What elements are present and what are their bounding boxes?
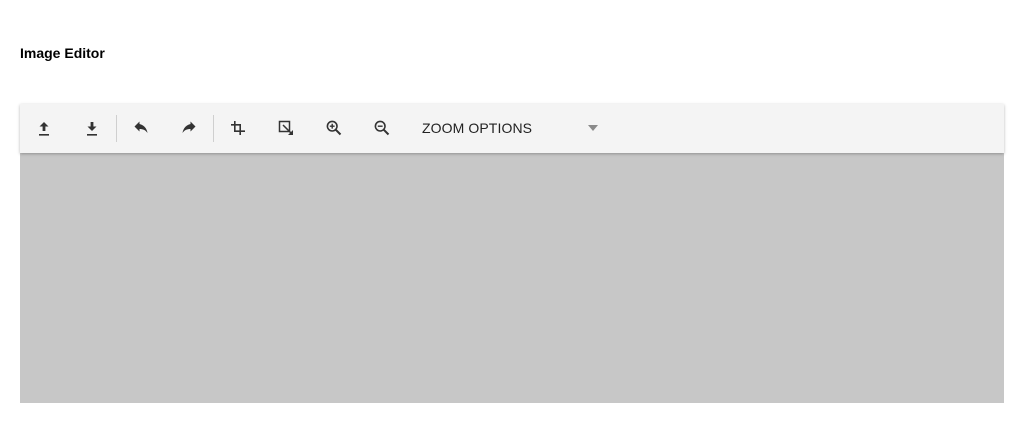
image-editor: ZOOM OPTIONS [20,104,1004,403]
toolbar-separator [213,115,214,142]
zoom-out-button[interactable] [366,112,398,144]
upload-icon [35,119,53,137]
caret-down-icon [588,125,598,131]
zoom-out-icon [373,119,391,137]
crop-button[interactable] [222,112,254,144]
zoom-options-label: ZOOM OPTIONS [422,120,533,136]
transform-button[interactable] [270,112,302,144]
open-button[interactable] [28,112,60,144]
zoom-options-dropdown[interactable]: ZOOM OPTIONS [412,116,602,140]
redo-icon [180,119,198,137]
editor-toolbar: ZOOM OPTIONS [20,104,1004,153]
editor-canvas[interactable] [20,153,1004,403]
toolbar-separator [116,115,117,142]
page-title: Image Editor [20,45,105,61]
save-button[interactable] [76,112,108,144]
transform-icon [277,119,295,137]
zoom-in-button[interactable] [318,112,350,144]
undo-icon [132,119,150,137]
crop-icon [229,119,247,137]
undo-button[interactable] [125,112,157,144]
redo-button[interactable] [173,112,205,144]
download-icon [83,119,101,137]
zoom-in-icon [325,119,343,137]
